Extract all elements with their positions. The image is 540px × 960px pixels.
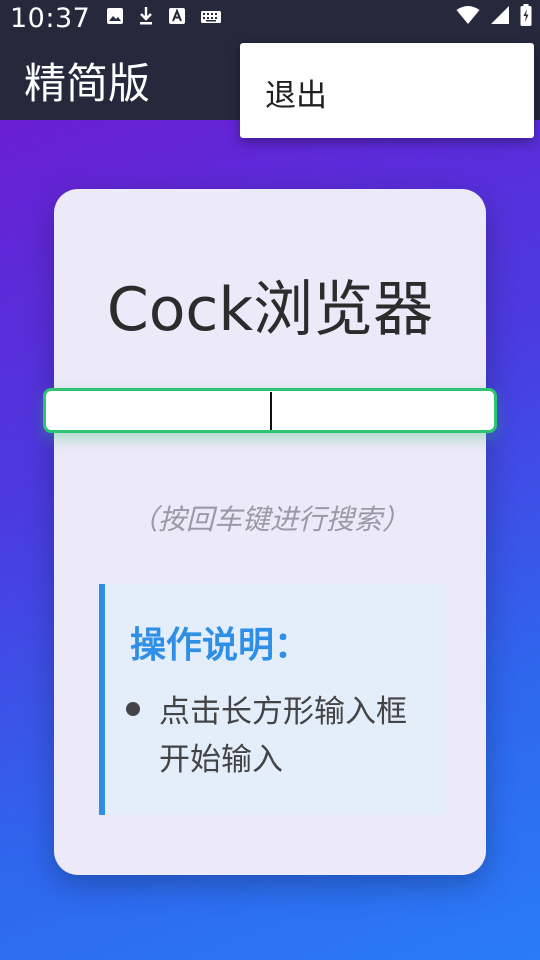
instructions-panel: 操作说明： 点击长方形输入框开始输入 (99, 584, 445, 815)
signal-icon (490, 5, 510, 29)
status-time: 10:37 (10, 3, 91, 34)
instruction-item: 点击长方形输入框开始输入 (159, 694, 407, 778)
instructions-title: 操作说明： (130, 625, 311, 666)
battery-icon (520, 4, 532, 30)
menu-item-exit[interactable]: 退出 (265, 70, 327, 115)
download-icon (138, 6, 154, 30)
image-icon (106, 7, 124, 29)
font-icon (168, 7, 186, 29)
search-input[interactable] (43, 388, 497, 433)
app-title: 精简版 (24, 59, 151, 108)
keyboard-icon (200, 9, 222, 28)
status-icons-right (456, 4, 532, 30)
text-caret (270, 392, 272, 430)
wifi-icon (456, 5, 480, 29)
browser-title: Cock浏览器 (106, 275, 434, 345)
overflow-menu: 退出 (240, 43, 534, 138)
status-icons-left (106, 6, 222, 30)
app-screen: 10:37 精简版 退出 Cock浏览器 （按回车键进行搜索） 操作说明： 点击… (0, 0, 540, 960)
bullet-icon (126, 702, 140, 716)
search-hint: （按回车键进行搜索） (129, 503, 410, 536)
status-bar: 10:37 (0, 0, 540, 36)
